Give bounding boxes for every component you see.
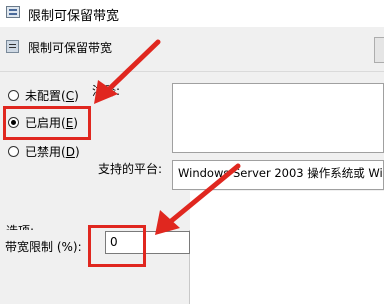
annotation-arrow-icon <box>155 163 241 235</box>
annotation-arrow-icon <box>94 39 161 104</box>
annotation-arrows <box>94 39 241 235</box>
